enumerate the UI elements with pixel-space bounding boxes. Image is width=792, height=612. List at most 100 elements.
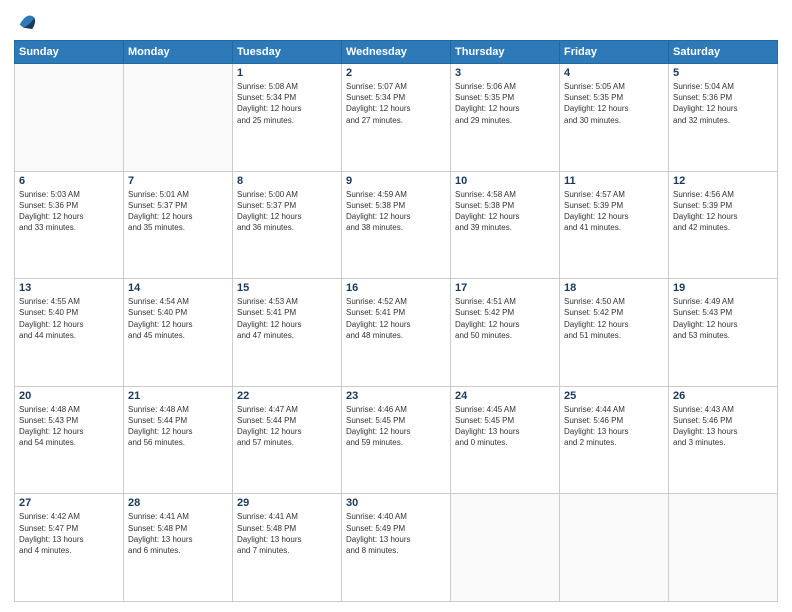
calendar-cell: 13 Sunrise: 4:55 AMSunset: 5:40 PMDayligh… [15,279,124,387]
day-info: Sunrise: 4:46 AMSunset: 5:45 PMDaylight:… [346,404,446,449]
day-info: Sunrise: 4:57 AMSunset: 5:39 PMDaylight:… [564,189,664,234]
calendar-cell [451,494,560,602]
day-number: 16 [346,282,446,294]
day-number: 18 [564,282,664,294]
day-number: 9 [346,175,446,187]
header [14,10,778,32]
day-number: 2 [346,67,446,79]
day-number: 17 [455,282,555,294]
day-number: 29 [237,497,337,509]
day-number: 25 [564,390,664,402]
header-friday: Friday [560,41,669,64]
day-number: 14 [128,282,228,294]
calendar-cell: 28 Sunrise: 4:41 AMSunset: 5:48 PMDayligh… [124,494,233,602]
calendar-cell [560,494,669,602]
header-wednesday: Wednesday [342,41,451,64]
day-number: 30 [346,497,446,509]
day-info: Sunrise: 5:03 AMSunset: 5:36 PMDaylight:… [19,189,119,234]
calendar-table: SundayMondayTuesdayWednesdayThursdayFrid… [14,40,778,602]
calendar-cell [15,64,124,172]
calendar-cell: 17 Sunrise: 4:51 AMSunset: 5:42 PMDayligh… [451,279,560,387]
day-number: 22 [237,390,337,402]
day-number: 15 [237,282,337,294]
calendar-cell: 14Sunrise: 4:54 AMSunset: 5:40 PMDayligh… [124,279,233,387]
day-number: 24 [455,390,555,402]
day-info: Sunrise: 4:59 AMSunset: 5:38 PMDaylight:… [346,189,446,234]
header-saturday: Saturday [669,41,778,64]
day-info: Sunrise: 4:55 AMSunset: 5:40 PMDaylight:… [19,296,119,341]
day-info: Sunrise: 4:41 AMSunset: 5:48 PMDaylight:… [237,511,337,556]
day-info: Sunrise: 4:51 AMSunset: 5:42 PMDaylight:… [455,296,555,341]
day-info: Sunrise: 4:58 AMSunset: 5:38 PMDaylight:… [455,189,555,234]
day-info: Sunrise: 5:07 AMSunset: 5:34 PMDaylight:… [346,81,446,126]
calendar-week-0: 1 Sunrise: 5:08 AMSunset: 5:34 PMDaylight… [15,64,778,172]
header-tuesday: Tuesday [233,41,342,64]
calendar-cell: 12 Sunrise: 4:56 AMSunset: 5:39 PMDayligh… [669,171,778,279]
calendar-cell: 8 Sunrise: 5:00 AMSunset: 5:37 PMDaylight… [233,171,342,279]
day-info: Sunrise: 5:00 AMSunset: 5:37 PMDaylight:… [237,189,337,234]
day-number: 28 [128,497,228,509]
calendar-cell: 2 Sunrise: 5:07 AMSunset: 5:34 PMDaylight… [342,64,451,172]
calendar-week-3: 20 Sunrise: 4:48 AMSunset: 5:43 PMDayligh… [15,386,778,494]
day-number: 7 [128,175,228,187]
calendar-cell: 7 Sunrise: 5:01 AMSunset: 5:37 PMDaylight… [124,171,233,279]
day-info: Sunrise: 4:40 AMSunset: 5:49 PMDaylight:… [346,511,446,556]
logo-icon [16,10,38,32]
calendar-cell [669,494,778,602]
day-info: Sunrise: 5:01 AMSunset: 5:37 PMDaylight:… [128,189,228,234]
day-info: Sunrise: 4:48 AMSunset: 5:43 PMDaylight:… [19,404,119,449]
calendar-cell: 19Sunrise: 4:49 AMSunset: 5:43 PMDayligh… [669,279,778,387]
calendar-cell: 26 Sunrise: 4:43 AMSunset: 5:46 PMDayligh… [669,386,778,494]
day-info: Sunrise: 4:41 AMSunset: 5:48 PMDaylight:… [128,511,228,556]
day-info: Sunrise: 5:04 AMSunset: 5:36 PMDaylight:… [673,81,773,126]
calendar-cell: 27Sunrise: 4:42 AMSunset: 5:47 PMDayligh… [15,494,124,602]
day-number: 3 [455,67,555,79]
calendar-cell: 22Sunrise: 4:47 AMSunset: 5:44 PMDayligh… [233,386,342,494]
day-number: 26 [673,390,773,402]
day-number: 8 [237,175,337,187]
calendar-week-1: 6 Sunrise: 5:03 AMSunset: 5:36 PMDaylight… [15,171,778,279]
calendar-cell: 15 Sunrise: 4:53 AMSunset: 5:41 PMDayligh… [233,279,342,387]
day-info: Sunrise: 4:44 AMSunset: 5:46 PMDaylight:… [564,404,664,449]
calendar-cell: 24 Sunrise: 4:45 AMSunset: 5:45 PMDayligh… [451,386,560,494]
calendar-cell: 4 Sunrise: 5:05 AMSunset: 5:35 PMDaylight… [560,64,669,172]
calendar-cell: 25 Sunrise: 4:44 AMSunset: 5:46 PMDayligh… [560,386,669,494]
calendar-cell: 18 Sunrise: 4:50 AMSunset: 5:42 PMDayligh… [560,279,669,387]
calendar-cell: 3 Sunrise: 5:06 AMSunset: 5:35 PMDaylight… [451,64,560,172]
day-number: 13 [19,282,119,294]
calendar-cell: 1 Sunrise: 5:08 AMSunset: 5:34 PMDaylight… [233,64,342,172]
calendar-week-4: 27Sunrise: 4:42 AMSunset: 5:47 PMDayligh… [15,494,778,602]
day-number: 6 [19,175,119,187]
day-info: Sunrise: 4:53 AMSunset: 5:41 PMDaylight:… [237,296,337,341]
calendar-cell [124,64,233,172]
day-number: 1 [237,67,337,79]
calendar-cell: 21 Sunrise: 4:48 AMSunset: 5:44 PMDayligh… [124,386,233,494]
logo [14,10,38,32]
day-number: 4 [564,67,664,79]
day-number: 21 [128,390,228,402]
day-info: Sunrise: 4:52 AMSunset: 5:41 PMDaylight:… [346,296,446,341]
day-info: Sunrise: 5:08 AMSunset: 5:34 PMDaylight:… [237,81,337,126]
day-info: Sunrise: 5:05 AMSunset: 5:35 PMDaylight:… [564,81,664,126]
calendar-cell: 29 Sunrise: 4:41 AMSunset: 5:48 PMDayligh… [233,494,342,602]
day-info: Sunrise: 4:43 AMSunset: 5:46 PMDaylight:… [673,404,773,449]
day-info: Sunrise: 4:56 AMSunset: 5:39 PMDaylight:… [673,189,773,234]
calendar-cell: 11 Sunrise: 4:57 AMSunset: 5:39 PMDayligh… [560,171,669,279]
calendar-cell: 20 Sunrise: 4:48 AMSunset: 5:43 PMDayligh… [15,386,124,494]
calendar-cell: 10 Sunrise: 4:58 AMSunset: 5:38 PMDayligh… [451,171,560,279]
day-info: Sunrise: 5:06 AMSunset: 5:35 PMDaylight:… [455,81,555,126]
day-number: 20 [19,390,119,402]
day-number: 11 [564,175,664,187]
day-number: 12 [673,175,773,187]
day-info: Sunrise: 4:48 AMSunset: 5:44 PMDaylight:… [128,404,228,449]
calendar-cell: 16 Sunrise: 4:52 AMSunset: 5:41 PMDayligh… [342,279,451,387]
day-number: 27 [19,497,119,509]
day-number: 19 [673,282,773,294]
calendar-cell: 9 Sunrise: 4:59 AMSunset: 5:38 PMDaylight… [342,171,451,279]
calendar-week-2: 13 Sunrise: 4:55 AMSunset: 5:40 PMDayligh… [15,279,778,387]
day-info: Sunrise: 4:50 AMSunset: 5:42 PMDaylight:… [564,296,664,341]
calendar-cell: 30 Sunrise: 4:40 AMSunset: 5:49 PMDayligh… [342,494,451,602]
day-number: 10 [455,175,555,187]
day-info: Sunrise: 4:45 AMSunset: 5:45 PMDaylight:… [455,404,555,449]
calendar-cell: 6 Sunrise: 5:03 AMSunset: 5:36 PMDaylight… [15,171,124,279]
